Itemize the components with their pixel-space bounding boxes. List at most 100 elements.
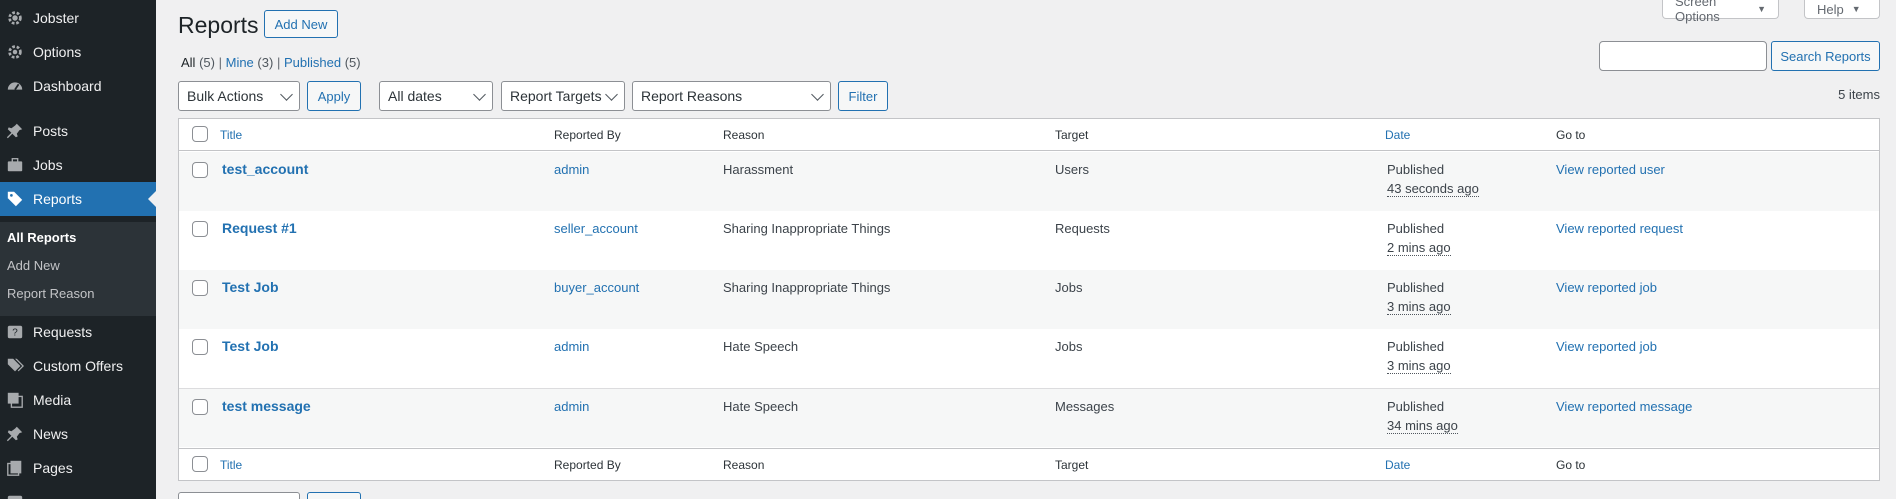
row-checkbox[interactable] — [192, 280, 208, 296]
row-goto-link[interactable]: View reported request — [1556, 221, 1683, 236]
dashboard-icon — [2, 76, 28, 96]
sidebar-item-label: Options — [33, 44, 82, 60]
row-author-link[interactable]: buyer_account — [554, 280, 639, 295]
view-all-link[interactable]: All (5) — [181, 55, 215, 70]
row-reason: Hate Speech — [723, 399, 799, 414]
sidebar-item-posts[interactable]: Posts — [0, 114, 156, 148]
table-row: test message admin Hate Speech Messages … — [179, 388, 1879, 447]
sidebar-item-options[interactable]: Options — [0, 35, 156, 69]
screen-options-button[interactable]: Screen Options ▼ — [1662, 0, 1779, 24]
sidebar-item-jobster[interactable]: Jobster — [0, 1, 156, 35]
table-footer: Title Reported By Reason Target Date Go … — [179, 448, 1879, 480]
row-author-link[interactable]: admin — [554, 339, 589, 354]
row-checkbox[interactable] — [192, 399, 208, 415]
report-reasons-select[interactable]: Report Reasons — [632, 81, 831, 111]
column-title[interactable]: Title — [220, 128, 242, 142]
help-button[interactable]: Help ▼ — [1804, 0, 1880, 19]
view-published-count: (5) — [344, 55, 361, 70]
row-goto-link[interactable]: View reported user — [1556, 162, 1665, 177]
select-all-checkbox[interactable] — [192, 126, 208, 142]
sidebar-item-cut-off[interactable] — [0, 485, 156, 499]
apply-button-bottom[interactable] — [307, 492, 361, 499]
row-author-link[interactable]: admin — [554, 399, 589, 414]
caret-down-icon: ▼ — [1757, 4, 1766, 14]
row-author-link[interactable]: seller_account — [554, 221, 638, 236]
row-checkbox[interactable] — [192, 339, 208, 355]
row-title-link[interactable]: Test Job — [222, 338, 279, 354]
row-goto-link[interactable]: View reported message — [1556, 399, 1692, 414]
date-filter-select[interactable]: All dates — [379, 81, 493, 111]
row-title-link[interactable]: Request #1 — [222, 220, 297, 236]
column-target: Target — [1055, 458, 1089, 472]
row-target: Requests — [1055, 221, 1110, 236]
admin-sidebar: Jobster Options Dashboard Posts Jobs Rep… — [0, 0, 156, 499]
sidebar-item-label: News — [33, 426, 69, 442]
items-count: 5 items — [1838, 87, 1880, 102]
row-reason: Sharing Inappropriate Things — [723, 280, 891, 295]
bulk-actions-select[interactable]: Bulk Actions — [178, 81, 300, 111]
column-reported-by: Reported By — [554, 128, 621, 142]
media-icon — [2, 390, 28, 410]
view-published-link[interactable]: Published (5) — [284, 55, 361, 70]
view-all-label: All — [181, 55, 196, 70]
date-filter-value: All dates — [388, 88, 442, 104]
row-title-link[interactable]: Test Job — [222, 279, 279, 295]
view-mine-count: (3) — [257, 55, 274, 70]
gear-icon — [2, 42, 28, 62]
bulk-actions-select-bottom[interactable] — [178, 492, 300, 499]
row-target: Jobs — [1055, 280, 1083, 295]
row-checkbox[interactable] — [192, 162, 208, 178]
screen-options-label: Screen Options — [1675, 0, 1720, 24]
search-input[interactable] — [1599, 41, 1767, 71]
row-checkbox[interactable] — [192, 221, 208, 237]
apply-button[interactable]: Apply — [307, 81, 361, 111]
report-reasons-value: Report Reasons — [641, 88, 743, 104]
sidebar-item-label: Reports — [33, 191, 83, 207]
sidebar-item-media[interactable]: Media — [0, 383, 156, 417]
reports-submenu: All Reports Add New Report Reason — [0, 222, 156, 316]
svg-text:?: ? — [12, 328, 18, 339]
pages-icon — [2, 458, 28, 478]
table-row: Test Job buyer_account Sharing Inappropr… — [179, 270, 1879, 329]
row-target: Users — [1055, 162, 1089, 177]
column-title[interactable]: Title — [220, 458, 242, 472]
chevron-down-icon — [605, 88, 618, 101]
table-row: test_account admin Harassment Users Publ… — [179, 152, 1879, 211]
row-goto-link[interactable]: View reported job — [1556, 280, 1657, 295]
sidebar-item-requests[interactable]: ? Requests — [0, 315, 156, 349]
row-author-link[interactable]: admin — [554, 162, 589, 177]
submenu-add-new[interactable]: Add New — [7, 258, 60, 273]
row-date: 34 mins ago — [1387, 418, 1458, 434]
separator: | — [276, 55, 281, 70]
sidebar-item-reports[interactable]: Reports — [0, 182, 156, 216]
column-target: Target — [1055, 128, 1089, 142]
sidebar-item-label: Pages — [33, 460, 73, 476]
column-date[interactable]: Date — [1385, 458, 1410, 472]
report-targets-select[interactable]: Report Targets — [501, 81, 625, 111]
row-goto-link[interactable]: View reported job — [1556, 339, 1657, 354]
sidebar-item-jobs[interactable]: Jobs — [0, 148, 156, 182]
pin-icon — [2, 424, 28, 444]
filter-button[interactable]: Filter — [838, 81, 888, 111]
row-status: Published — [1387, 280, 1445, 295]
sidebar-item-label: Requests — [33, 324, 93, 340]
submenu-all-reports[interactable]: All Reports — [7, 230, 76, 245]
column-date[interactable]: Date — [1385, 128, 1410, 142]
view-filters: All (5) | Mine (3) | Published (5) — [181, 55, 361, 70]
row-title-link[interactable]: test_account — [222, 161, 308, 177]
tag-icon — [2, 189, 28, 209]
submenu-report-reason[interactable]: Report Reason — [7, 286, 94, 301]
sidebar-item-custom-offers[interactable]: Custom Offers — [0, 349, 156, 383]
row-target: Jobs — [1055, 339, 1083, 354]
row-title-link[interactable]: test message — [222, 398, 311, 414]
search-reports-button[interactable]: Search Reports — [1771, 41, 1880, 71]
sidebar-item-dashboard[interactable]: Dashboard — [0, 69, 156, 103]
sidebar-item-pages[interactable]: Pages — [0, 451, 156, 485]
bulk-actions-value: Bulk Actions — [187, 88, 264, 104]
table-row: Test Job admin Hate Speech Jobs Publishe… — [179, 329, 1879, 388]
help-label: Help — [1817, 1, 1844, 17]
sidebar-item-news[interactable]: News — [0, 417, 156, 451]
select-all-checkbox[interactable] — [192, 456, 208, 472]
view-mine-link[interactable]: Mine (3) — [226, 55, 274, 70]
add-new-button[interactable]: Add New — [264, 10, 338, 38]
